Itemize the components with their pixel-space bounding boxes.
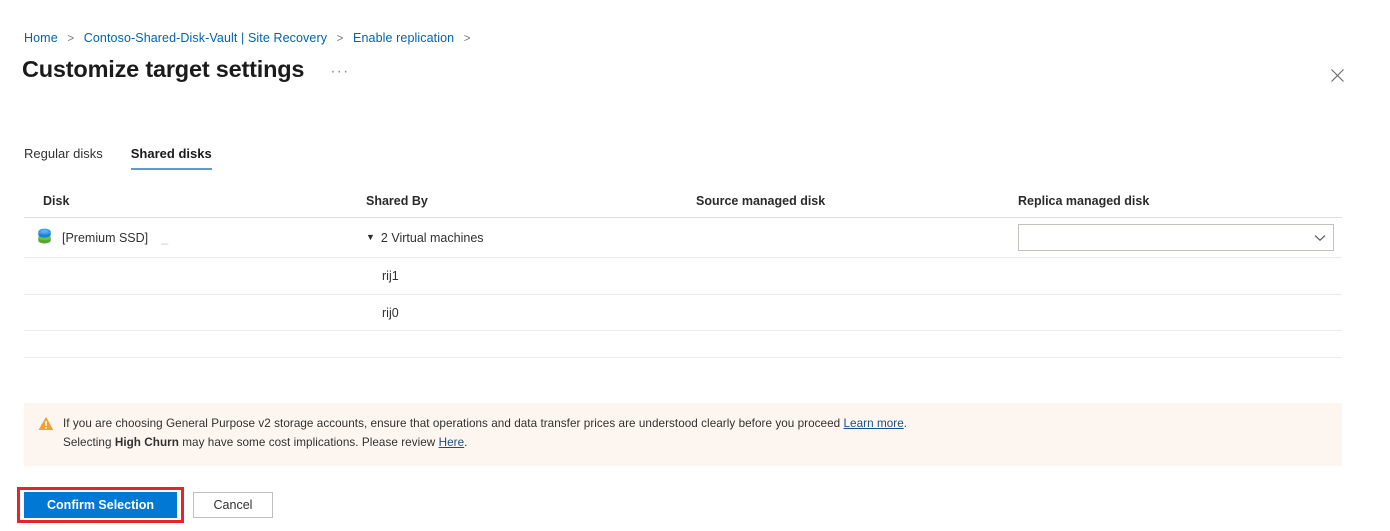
- breadcrumb-separator: >: [336, 33, 344, 45]
- shared-by-vm-name: rij1: [382, 269, 399, 283]
- disk-name-suffix: _: [161, 230, 169, 245]
- confirm-selection-button[interactable]: Confirm Selection: [24, 492, 177, 518]
- table-row: rij0: [24, 294, 1342, 331]
- warning-line2-after: .: [464, 435, 468, 449]
- warning-high-churn-emphasis: High Churn: [114, 435, 179, 449]
- breadcrumb-item-home[interactable]: Home: [24, 31, 58, 45]
- expand-collapse-icon[interactable]: ▼: [366, 233, 375, 242]
- breadcrumb-item-vault[interactable]: Contoso-Shared-Disk-Vault | Site Recover…: [84, 31, 327, 45]
- warning-line2-middle: may have some cost implications. Please …: [178, 435, 439, 449]
- close-icon[interactable]: [1326, 64, 1348, 86]
- table-header-row: Disk Shared By Source managed disk Repli…: [24, 190, 1342, 217]
- breadcrumb-separator: >: [67, 33, 75, 45]
- blade-footer: Confirm Selection Cancel: [17, 487, 273, 523]
- customize-target-settings-blade: Home > Contoso-Shared-Disk-Vault | Site …: [0, 0, 1390, 531]
- column-header-shared-by: Shared By: [366, 194, 428, 208]
- column-header-source-managed-disk: Source managed disk: [696, 194, 826, 208]
- shared-by-cell: rij1: [366, 269, 696, 283]
- shared-by-vm-name: rij0: [382, 305, 399, 320]
- replica-managed-disk-cell: [1018, 224, 1342, 251]
- learn-more-link[interactable]: Learn more: [844, 417, 904, 430]
- table-row: [Premium SSD] _ ▼ 2 Virtual machines: [24, 217, 1342, 257]
- chevron-down-icon: [1314, 232, 1326, 244]
- shared-by-value: 2 Virtual machines: [380, 230, 484, 245]
- replica-managed-disk-dropdown[interactable]: [1018, 224, 1334, 251]
- tab-shared-disks[interactable]: Shared disks: [130, 146, 212, 170]
- warning-line1-before: If you are choosing General Purpose v2 s…: [63, 417, 844, 430]
- title-row: Customize target settings ···: [22, 56, 353, 83]
- warning-triangle-icon: [38, 416, 54, 431]
- here-link[interactable]: Here: [439, 436, 465, 449]
- table-row: rij1: [24, 257, 1342, 294]
- cancel-button[interactable]: Cancel: [193, 492, 273, 518]
- shared-by-cell: rij0: [366, 306, 696, 320]
- breadcrumb-separator: >: [463, 33, 471, 45]
- breadcrumb: Home > Contoso-Shared-Disk-Vault | Site …: [24, 31, 477, 45]
- warning-line1-after: .: [903, 417, 908, 430]
- managed-disk-icon: [36, 228, 53, 247]
- shared-disks-table: Disk Shared By Source managed disk Repli…: [24, 190, 1342, 331]
- confirm-selection-wrapper: Confirm Selection: [17, 487, 184, 523]
- warning-text: If you are choosing General Purpose v2 s…: [63, 415, 907, 453]
- warning-line2-before: Selecting: [63, 435, 115, 449]
- tab-regular-disks[interactable]: Regular disks: [24, 146, 103, 170]
- breadcrumb-item-enable-replication[interactable]: Enable replication: [353, 31, 454, 45]
- disk-cell: [Premium SSD] _: [24, 228, 366, 247]
- disk-name: [Premium SSD]: [62, 230, 149, 245]
- shared-by-cell: ▼ 2 Virtual machines: [366, 231, 696, 245]
- cost-warning-banner: If you are choosing General Purpose v2 s…: [24, 403, 1342, 466]
- page-title: Customize target settings: [22, 56, 305, 82]
- section-divider: [24, 357, 1342, 358]
- disk-type-tabs: Regular disks Shared disks: [24, 146, 212, 170]
- column-header-replica-managed-disk: Replica managed disk: [1018, 194, 1150, 208]
- more-menu-button[interactable]: ···: [326, 61, 353, 83]
- column-header-disk: Disk: [43, 194, 70, 208]
